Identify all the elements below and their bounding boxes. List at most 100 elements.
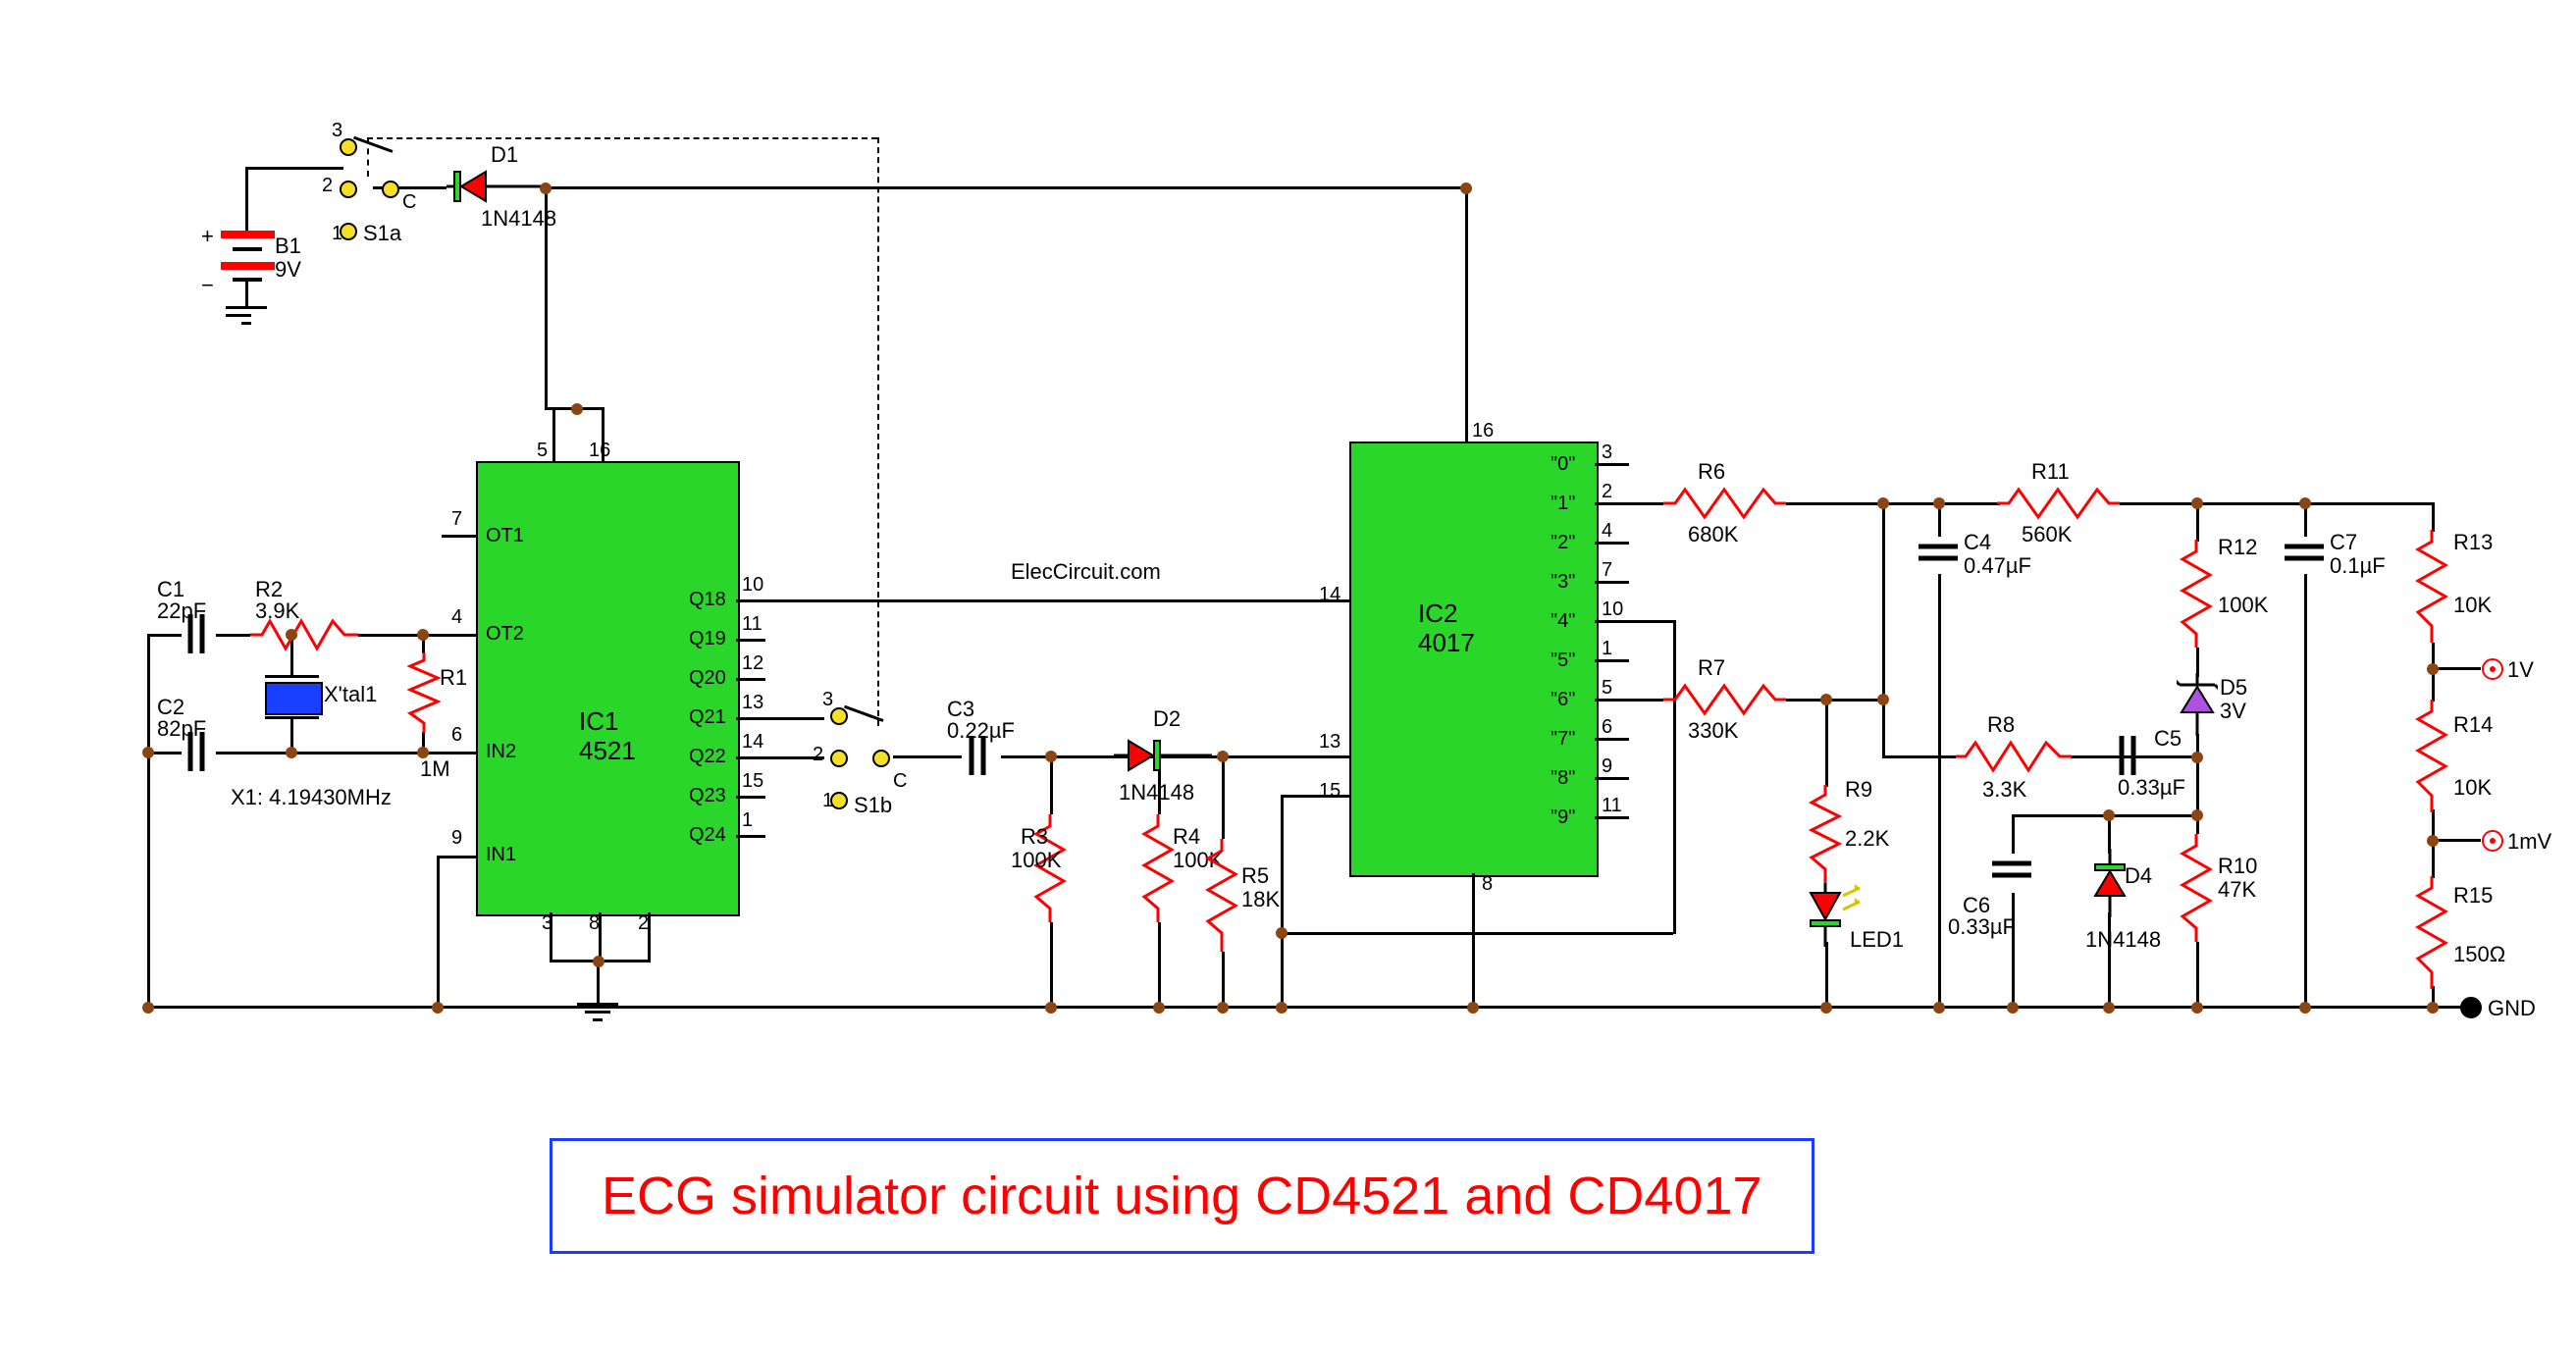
wire-ic1-q20s	[736, 678, 765, 681]
ic1-part: 4521	[579, 736, 636, 766]
wire-c1-top	[147, 634, 182, 637]
ic2-part: 4017	[1418, 628, 1475, 658]
wire-r13-top	[2432, 502, 2435, 532]
ic2-pin-4: "4"	[1551, 610, 1575, 633]
label-r13-val: 10K	[2453, 593, 2492, 618]
cap-c4	[1919, 535, 1958, 574]
ic2-pin-7: "7"	[1551, 728, 1575, 751]
ic2-pin-1: "1"	[1551, 493, 1575, 515]
wire-c4-bot	[1938, 574, 1941, 1006]
wire-r9-top	[1825, 699, 1828, 787]
label-d5-val: 3V	[2220, 699, 2246, 724]
node9	[1045, 751, 1057, 762]
node2	[1460, 182, 1472, 194]
ic2-pinnum-3: 3	[1602, 442, 1612, 464]
ic1-pinnum-1: 1	[742, 809, 753, 832]
node16b	[1933, 1002, 1945, 1014]
node-c6bus	[2103, 809, 2115, 821]
ic1-pinnum-7: 7	[451, 508, 462, 531]
wire-ic2-o5	[1595, 659, 1629, 662]
label-r3: R3	[1021, 824, 1048, 850]
wire-r2-ot2	[358, 634, 422, 637]
wire-c6-gnd	[2012, 893, 2015, 1006]
wire-r6-right	[1786, 502, 1884, 505]
label-r8-val: 3.3K	[1982, 777, 2026, 803]
label-r6-val: 680K	[1688, 522, 1738, 547]
s1a-pos3: 3	[332, 120, 342, 142]
wire-q18-ic2-14	[736, 599, 1349, 602]
wire-ic2-o6	[1595, 699, 1663, 702]
wire-out-1v	[2432, 667, 2481, 670]
wire-ic2-o7	[1595, 738, 1629, 741]
node16	[1933, 497, 1945, 509]
label-r7: R7	[1698, 655, 1725, 681]
node7	[417, 747, 429, 758]
node17	[2191, 497, 2203, 509]
wire-c1-r2	[216, 634, 250, 637]
ic1-pin-in2: IN2	[486, 741, 516, 763]
res-r7	[1663, 683, 1786, 716]
node12b	[1217, 1002, 1229, 1014]
ic2-pinnum-5b: 5	[1602, 677, 1612, 700]
wire-d4-bus2	[2108, 814, 2196, 817]
output-gnd-label: GND	[2488, 996, 2536, 1021]
ic2-pinnum-13: 13	[1319, 731, 1341, 754]
node3b	[142, 1002, 154, 1014]
res-r10	[2180, 834, 2213, 942]
ic2-pin-9: "9"	[1551, 806, 1575, 829]
label-s1b: S1b	[854, 793, 892, 818]
label-r2-val: 3.9K	[255, 598, 299, 624]
source-label: ElecCircuit.com	[1011, 559, 1161, 585]
node20	[2427, 663, 2439, 675]
s1b-pos1: 1	[822, 790, 833, 812]
node13	[1276, 927, 1288, 939]
node-ic1-bot-join	[593, 956, 605, 967]
label-c6-val: 0.33µF	[1948, 914, 2016, 940]
label-d2: D2	[1153, 706, 1181, 732]
wire-s1b-c3	[893, 755, 962, 758]
label-r5-val: 18K	[1241, 887, 1280, 912]
ic1-pinnum-6: 6	[451, 724, 462, 747]
label-r9: R9	[1845, 777, 1872, 803]
label-c7-val: 0.1µF	[2330, 553, 2386, 579]
ic1-pin-q24: Q24	[689, 824, 726, 847]
circuit-canvas: IC1 4521 OT1 OT2 IN2 IN1 7 4 6 9 Q18 Q19…	[0, 0, 2576, 1352]
ic2-pin-0: "0"	[1551, 453, 1575, 476]
label-r11: R11	[2031, 459, 2070, 485]
ic1-pinnum-5: 5	[537, 440, 548, 462]
ic2-pinnum-7: 7	[1602, 559, 1612, 582]
ic2-pinnum-9: 9	[1602, 755, 1612, 778]
node-vcc-ic1	[571, 403, 583, 415]
node-led-gnd	[1820, 1002, 1832, 1014]
label-d1: D1	[491, 142, 518, 168]
wire-ic1-q22s	[736, 756, 824, 759]
ic1-pin-ot2: OT2	[486, 623, 524, 646]
ic2-pin-8: "8"	[1551, 767, 1575, 790]
output-1mv-pad	[2482, 830, 2503, 852]
ic2-pin-6: "6"	[1551, 689, 1575, 711]
zener-d5	[2177, 673, 2218, 736]
ic2-pin-3: "3"	[1551, 571, 1575, 594]
label-led1: LED1	[1850, 927, 1904, 953]
node21	[2427, 835, 2439, 847]
wire-r8-left	[1882, 755, 1956, 758]
node15b	[1877, 694, 1889, 705]
node-d4-gnd	[2103, 1002, 2115, 1014]
title-box: ECG simulator circuit using CD4521 and C…	[550, 1138, 1814, 1254]
diode-d4	[2090, 849, 2129, 917]
wire-c-left	[147, 634, 150, 1007]
label-xtal: X'tal1	[324, 682, 377, 707]
wire-bat-up	[245, 167, 248, 231]
diode-d2	[1114, 736, 1212, 775]
wire-ic1-in1	[437, 856, 476, 858]
wire-ic2-o3	[1595, 581, 1629, 584]
node19	[2299, 497, 2311, 509]
ic1-pin-q18: Q18	[689, 589, 726, 611]
wire-ic1-q23s	[736, 796, 765, 799]
ic2-pinnum-10: 10	[1602, 598, 1623, 621]
wire-r5-to-ic2	[1222, 755, 1225, 839]
output-1v-label: 1V	[2507, 657, 2534, 683]
ic2-pinnum-16t: 16	[1472, 420, 1494, 442]
res-r9	[1809, 785, 1842, 883]
ic1-pin-ot1: OT1	[486, 525, 524, 547]
